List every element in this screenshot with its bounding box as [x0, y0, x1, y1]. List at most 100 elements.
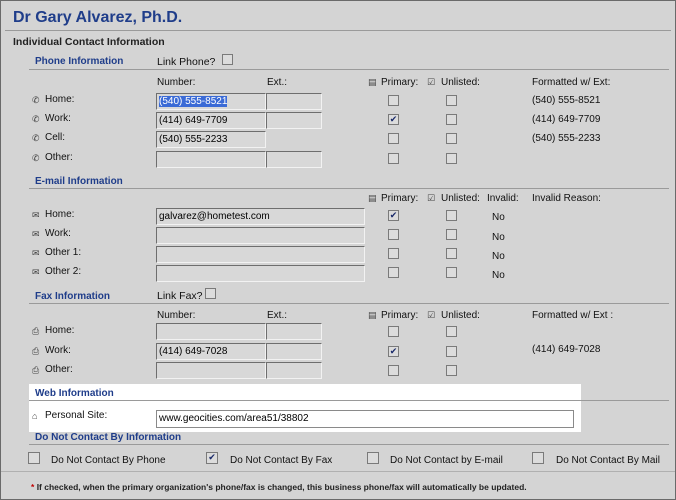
- fax-row-label: Other:: [45, 364, 73, 375]
- phone-other-unlisted-checkbox[interactable]: [446, 153, 457, 164]
- link-fax-label: Link Fax?: [157, 290, 203, 302]
- contact-form: Dr Gary Alvarez, Ph.D. Individual Contac…: [0, 0, 676, 500]
- web-section-divider: [29, 400, 669, 401]
- fax-other-ext-input[interactable]: [266, 362, 322, 379]
- fax-icon: ⎙: [32, 365, 40, 375]
- phone-work-unlisted-checkbox[interactable]: [446, 114, 457, 125]
- fax-icon: ⎙: [32, 346, 40, 356]
- email-col-primary: Primary:: [381, 193, 419, 204]
- fax-other-unlisted-checkbox[interactable]: [446, 365, 457, 376]
- email-other1-unlisted-checkbox[interactable]: [446, 248, 457, 259]
- email-col-unlisted: Unlisted:: [441, 193, 480, 204]
- dnc-section-title: Do Not Contact By Information: [35, 432, 182, 443]
- phone-cell-number-input[interactable]: (540) 555-2233: [156, 131, 266, 148]
- unlisted-icon: ☑: [427, 193, 436, 203]
- phone-work-primary-checkbox[interactable]: [388, 114, 399, 125]
- phone-home-unlisted-checkbox[interactable]: [446, 95, 457, 106]
- envelope-icon: ✉: [32, 229, 40, 239]
- email-work-invalid: No: [492, 232, 505, 243]
- fax-home-ext-input[interactable]: [266, 323, 322, 340]
- phone-cell-primary-checkbox[interactable]: [388, 133, 399, 144]
- fax-work-number-input[interactable]: (414) 649-7028: [156, 343, 266, 360]
- phone-col-ext: Ext.:: [267, 77, 288, 88]
- phone-other-number-input[interactable]: [156, 151, 266, 168]
- fax-other-primary-checkbox[interactable]: [388, 365, 399, 376]
- phone-work-number-input[interactable]: (414) 649-7709: [156, 112, 266, 129]
- email-home-primary-checkbox[interactable]: [388, 210, 399, 221]
- fax-other-number-input[interactable]: [156, 362, 266, 379]
- email-other1-input[interactable]: [156, 246, 365, 263]
- email-work-unlisted-checkbox[interactable]: [446, 229, 457, 240]
- fax-home-unlisted-checkbox[interactable]: [446, 326, 457, 337]
- fax-work-formatted: (414) 649-7028: [532, 344, 601, 355]
- form-subtitle: Individual Contact Information: [13, 36, 165, 48]
- phone-col-primary: Primary:: [381, 77, 419, 88]
- email-section-title: E-mail Information: [35, 176, 123, 187]
- personal-site-input[interactable]: www.geocities.com/area51/38802: [156, 410, 574, 428]
- footnote-star: *: [31, 482, 35, 492]
- phone-cell-unlisted-checkbox[interactable]: [446, 133, 457, 144]
- fax-section-divider: [29, 303, 669, 304]
- email-home-input[interactable]: galvarez@hometest.com: [156, 208, 365, 225]
- fax-icon: ⎙: [32, 326, 40, 336]
- email-col-invalid: Invalid:: [487, 193, 519, 204]
- fax-work-unlisted-checkbox[interactable]: [446, 346, 457, 357]
- phone-other-primary-checkbox[interactable]: [388, 153, 399, 164]
- link-phone-checkbox[interactable]: [222, 54, 233, 65]
- phone-section-title: Phone Information: [35, 56, 124, 67]
- dnc-mail-checkbox[interactable]: [532, 452, 544, 464]
- fax-home-number-input[interactable]: [156, 323, 266, 340]
- email-col-reason: Invalid Reason:: [532, 193, 601, 204]
- fax-home-primary-checkbox[interactable]: [388, 326, 399, 337]
- phone-icon: ✆: [32, 133, 40, 143]
- link-phone-label: Link Phone?: [157, 56, 216, 68]
- fax-col-unlisted: Unlisted:: [441, 310, 480, 321]
- personal-site-label: Personal Site:: [45, 410, 108, 421]
- email-other2-input[interactable]: [156, 265, 365, 282]
- footnote: * If checked, when the primary organizat…: [31, 482, 527, 492]
- fax-col-ext: Ext.:: [267, 310, 288, 321]
- fax-row-label: Work:: [45, 345, 71, 356]
- phone-icon: ✆: [32, 114, 40, 124]
- link-fax-checkbox[interactable]: [205, 288, 216, 299]
- envelope-icon: ✉: [32, 267, 40, 277]
- phone-col-number: Number:: [157, 77, 196, 88]
- email-row-label: Work:: [45, 228, 71, 239]
- dnc-mail-label: Do Not Contact By Mail: [556, 455, 660, 466]
- phone-home-primary-checkbox[interactable]: [388, 95, 399, 106]
- footnote-text: If checked, when the primary organizatio…: [36, 482, 527, 492]
- dnc-fax-checkbox[interactable]: [206, 452, 218, 464]
- email-home-invalid: No: [492, 212, 505, 223]
- phone-home-formatted: (540) 555-8521: [532, 95, 601, 106]
- phone-col-formatted: Formatted w/ Ext:: [532, 77, 611, 88]
- primary-card-icon: ▤: [368, 77, 377, 87]
- dnc-email-label: Do Not Contact by E-mail: [390, 455, 503, 466]
- phone-col-unlisted: Unlisted:: [441, 77, 480, 88]
- dnc-email-checkbox[interactable]: [367, 452, 379, 464]
- page-title: Dr Gary Alvarez, Ph.D.: [13, 9, 183, 26]
- fax-work-primary-checkbox[interactable]: [388, 346, 399, 357]
- phone-row-label: Work:: [45, 113, 71, 124]
- fax-work-ext-input[interactable]: [266, 343, 322, 360]
- email-other1-primary-checkbox[interactable]: [388, 248, 399, 259]
- phone-work-ext-input[interactable]: [266, 112, 322, 129]
- phone-cell-formatted: (540) 555-2233: [532, 133, 601, 144]
- unlisted-icon: ☑: [427, 77, 436, 87]
- fax-section-title: Fax Information: [35, 291, 111, 302]
- email-work-primary-checkbox[interactable]: [388, 229, 399, 240]
- phone-home-ext-input[interactable]: [266, 93, 322, 110]
- email-other2-primary-checkbox[interactable]: [388, 267, 399, 278]
- web-section-title: Web Information: [35, 388, 114, 399]
- primary-card-icon: ▤: [368, 193, 377, 203]
- email-other1-invalid: No: [492, 251, 505, 262]
- dnc-phone-checkbox[interactable]: [28, 452, 40, 464]
- phone-icon: ✆: [32, 95, 40, 105]
- email-other2-unlisted-checkbox[interactable]: [446, 267, 457, 278]
- home-icon: ⌂: [32, 411, 38, 421]
- phone-home-number-input[interactable]: (540) 555-8521: [156, 93, 266, 110]
- email-work-input[interactable]: [156, 227, 365, 244]
- phone-other-ext-input[interactable]: [266, 151, 322, 168]
- envelope-icon: ✉: [32, 210, 40, 220]
- email-home-unlisted-checkbox[interactable]: [446, 210, 457, 221]
- email-row-label: Other 2:: [45, 266, 82, 277]
